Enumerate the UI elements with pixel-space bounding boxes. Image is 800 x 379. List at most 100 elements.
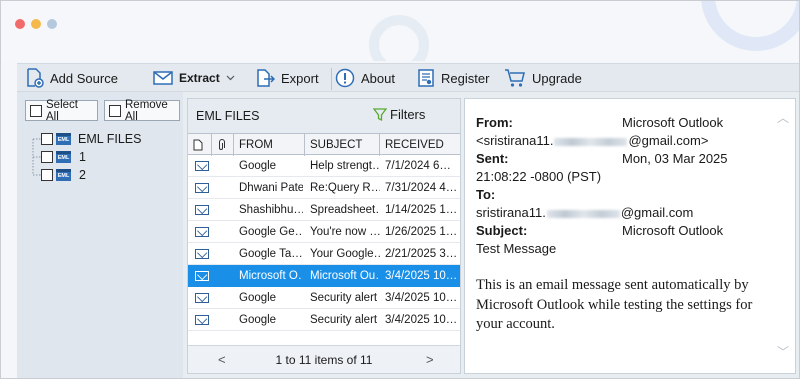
envelope-icon [195, 293, 209, 303]
export-button[interactable]: Export [255, 64, 319, 92]
cell-from: Shashibhu… [239, 204, 303, 216]
table-row[interactable]: Shashibhu… Spreadsheet… 1/14/2025 1… [188, 199, 460, 221]
table-row[interactable]: Dhwani Patel Re:Query R… 7/31/2024 4… [188, 177, 460, 199]
remove-all-checkbox-icon [109, 104, 121, 117]
from-email-domain: @gmail.com> [628, 133, 709, 148]
export-icon [257, 69, 275, 87]
envelope-icon [195, 161, 209, 171]
scroll-up-icon[interactable]: ︿ [777, 109, 789, 126]
extract-button[interactable]: Extract [153, 64, 235, 92]
app-window: Add Source Extract Export About Register… [0, 0, 800, 379]
from-value: Microsoft Outlook [622, 115, 724, 130]
tree-checkbox[interactable] [41, 169, 53, 181]
title-bar [1, 1, 799, 61]
cell-received: 7/31/2024 4… [385, 182, 458, 194]
upgrade-button[interactable]: Upgrade [504, 64, 582, 92]
table-row[interactable]: Google Ta… Your Google… 2/21/2025 3… [188, 243, 460, 265]
from-email: <sristirana11. @gmail.com> [476, 133, 708, 148]
message-type-cell [195, 243, 215, 265]
about-button[interactable]: About [335, 64, 395, 92]
tree-item-2[interactable]: EML 2 [41, 166, 86, 184]
message-preview-panel: From: Microsoft Outlook <sristirana11. @g… [464, 98, 796, 374]
column-type[interactable] [188, 134, 212, 156]
select-all-button[interactable]: Select All [25, 98, 98, 123]
from-label: From: [476, 115, 513, 130]
tree-item-label: 2 [79, 168, 86, 182]
tree-item-1[interactable]: EML 1 [41, 148, 86, 166]
previous-page-button[interactable]: < [218, 352, 226, 367]
cell-from: Google [239, 160, 277, 172]
filters-button[interactable]: Filters [373, 107, 425, 122]
table-row[interactable]: Google Security alert 3/4/2025 10… [188, 287, 460, 309]
decorative-ring [369, 15, 429, 61]
message-type-cell [195, 309, 215, 331]
cell-subject: Microsoft Ou… [310, 270, 380, 282]
envelope-icon [195, 249, 209, 259]
cell-from: Google Ge… [239, 226, 303, 238]
next-page-button[interactable]: > [426, 352, 434, 367]
cell-subject: Security alert [310, 314, 378, 326]
sent-label: Sent: [476, 151, 509, 166]
message-list-panel: EML FILES Filters FROM SUBJECT RECEIVED … [187, 98, 461, 374]
subject-line-2: Test Message [476, 241, 557, 256]
cell-subject: Help strengt… [310, 160, 380, 172]
envelope-icon [195, 315, 209, 325]
export-label: Export [281, 70, 319, 86]
maximize-window-dot[interactable] [47, 19, 57, 29]
eml-file-icon: EML [56, 151, 71, 163]
tree-item-label: 1 [79, 150, 86, 164]
tree-checkbox[interactable] [41, 133, 53, 145]
add-source-label: Add Source [50, 70, 118, 86]
cell-subject: Spreadsheet… [310, 204, 380, 216]
cell-from: Google Ta… [239, 248, 303, 260]
message-type-cell [195, 199, 215, 221]
register-label: Register [441, 70, 490, 86]
envelope-icon [195, 271, 209, 281]
table-row[interactable]: Google Help strengt… 7/1/2024 6… [188, 155, 460, 177]
subject-value: Microsoft Outlook [622, 223, 724, 238]
pager: < 1 to 11 items of 11 > [188, 345, 460, 373]
table-row[interactable]: Google Security alert 3/4/2025 10… [188, 309, 460, 331]
cell-from: Google [239, 314, 277, 326]
message-list-header: EML FILES Filters [188, 99, 460, 133]
to-email-user: sristirana11. [476, 205, 546, 220]
remove-all-button[interactable]: Remove All [104, 98, 180, 123]
envelope-icon [195, 227, 209, 237]
cell-from: Google [239, 292, 277, 304]
redacted-text [546, 209, 620, 218]
tree-checkbox[interactable] [41, 151, 53, 163]
select-all-checkbox-icon [30, 104, 42, 117]
scroll-down-icon[interactable]: ﹀ [777, 343, 789, 360]
envelope-icon [195, 183, 209, 193]
filter-icon [373, 107, 387, 121]
cell-received: 7/1/2024 6… [385, 160, 451, 172]
register-button[interactable]: Register [417, 64, 489, 92]
select-all-label: Select All [46, 98, 78, 123]
message-list-title: EML FILES [196, 109, 260, 123]
column-received[interactable]: RECEIVED [380, 134, 460, 156]
cell-received: 3/4/2025 10… [385, 270, 458, 282]
filters-label: Filters [390, 107, 426, 122]
message-type-cell [195, 221, 215, 243]
table-row[interactable]: Microsoft O… Microsoft Ou… 3/4/2025 10… [188, 265, 460, 287]
add-source-button[interactable]: Add Source [26, 64, 118, 92]
message-grid-header: FROM SUBJECT RECEIVED [188, 133, 460, 156]
close-window-dot[interactable] [15, 19, 25, 29]
column-from[interactable]: FROM [234, 134, 305, 156]
column-attachment[interactable] [212, 134, 234, 156]
table-row[interactable]: Google Ge… You're now … 1/26/2025 1… [188, 221, 460, 243]
sent-value: Mon, 03 Mar 2025 [622, 151, 728, 166]
remove-all-label: Remove All [125, 98, 168, 123]
main-area: Select All Remove All EML EML FILES EML [17, 92, 799, 378]
column-subject[interactable]: SUBJECT [305, 134, 380, 156]
about-label: About [361, 70, 395, 86]
eml-folder-icon: EML [56, 133, 71, 145]
minimize-window-dot[interactable] [31, 19, 41, 29]
cell-received: 1/26/2025 1… [385, 226, 458, 238]
cell-from: Microsoft O… [239, 270, 303, 282]
extract-label: Extract [179, 71, 220, 85]
tree-item-eml-files[interactable]: EML EML FILES [41, 130, 141, 148]
eml-file-icon: EML [56, 169, 71, 181]
message-body: This is an email message sent automatica… [476, 277, 753, 332]
sent-time: 21:08:22 -0800 (PST) [476, 169, 602, 184]
